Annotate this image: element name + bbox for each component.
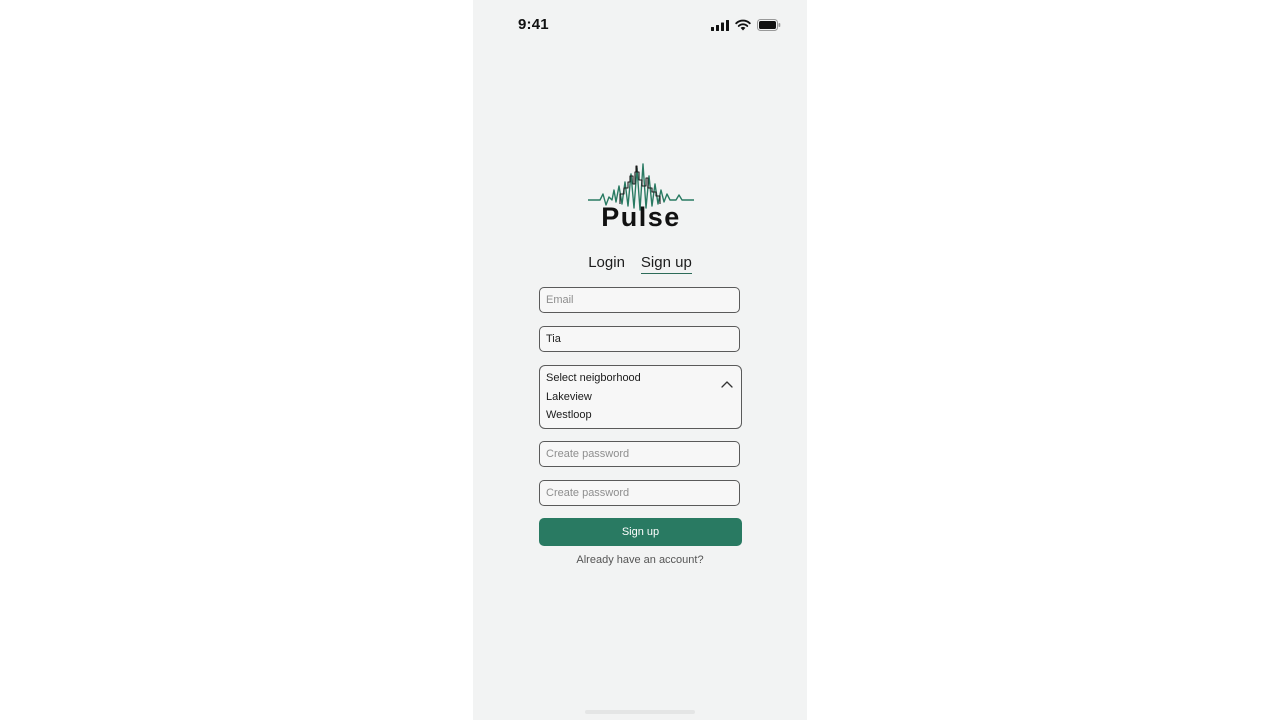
logo-text: Pulse bbox=[601, 202, 681, 232]
neighborhood-select[interactable]: Select neigborhood Lakeview Westloop bbox=[539, 365, 742, 429]
password-field[interactable] bbox=[539, 441, 740, 467]
confirm-password-field[interactable] bbox=[539, 480, 740, 506]
phone-screen: 9:41 Pulse Login Sign up Email Tia Selec… bbox=[473, 0, 807, 720]
status-bar: 9:41 bbox=[473, 0, 807, 50]
signal-icon bbox=[711, 18, 729, 36]
pulse-logo: Pulse bbox=[586, 160, 696, 235]
neighborhood-select-label: Select neigborhood bbox=[546, 372, 641, 384]
email-field[interactable] bbox=[539, 287, 740, 313]
home-indicator bbox=[585, 710, 695, 714]
status-time: 9:41 bbox=[518, 16, 549, 33]
neighborhood-option-westloop[interactable]: Westloop bbox=[546, 409, 592, 421]
sign-up-button[interactable]: Sign up bbox=[539, 518, 742, 546]
password-input[interactable] bbox=[540, 442, 739, 466]
battery-icon bbox=[757, 18, 781, 36]
tab-login[interactable]: Login bbox=[588, 254, 625, 274]
status-icons bbox=[711, 18, 781, 36]
wifi-icon bbox=[735, 18, 751, 36]
auth-tabs: Login Sign up bbox=[473, 254, 807, 274]
tab-sign-up[interactable]: Sign up bbox=[640, 254, 692, 274]
neighborhood-option-lakeview[interactable]: Lakeview bbox=[546, 391, 592, 403]
chevron-up-icon[interactable] bbox=[721, 375, 733, 393]
email-input[interactable] bbox=[540, 288, 739, 312]
already-have-account-link[interactable]: Already have an account? bbox=[473, 554, 807, 566]
confirm-password-input[interactable] bbox=[540, 481, 739, 505]
name-field[interactable] bbox=[539, 326, 740, 352]
name-input[interactable] bbox=[540, 327, 739, 351]
